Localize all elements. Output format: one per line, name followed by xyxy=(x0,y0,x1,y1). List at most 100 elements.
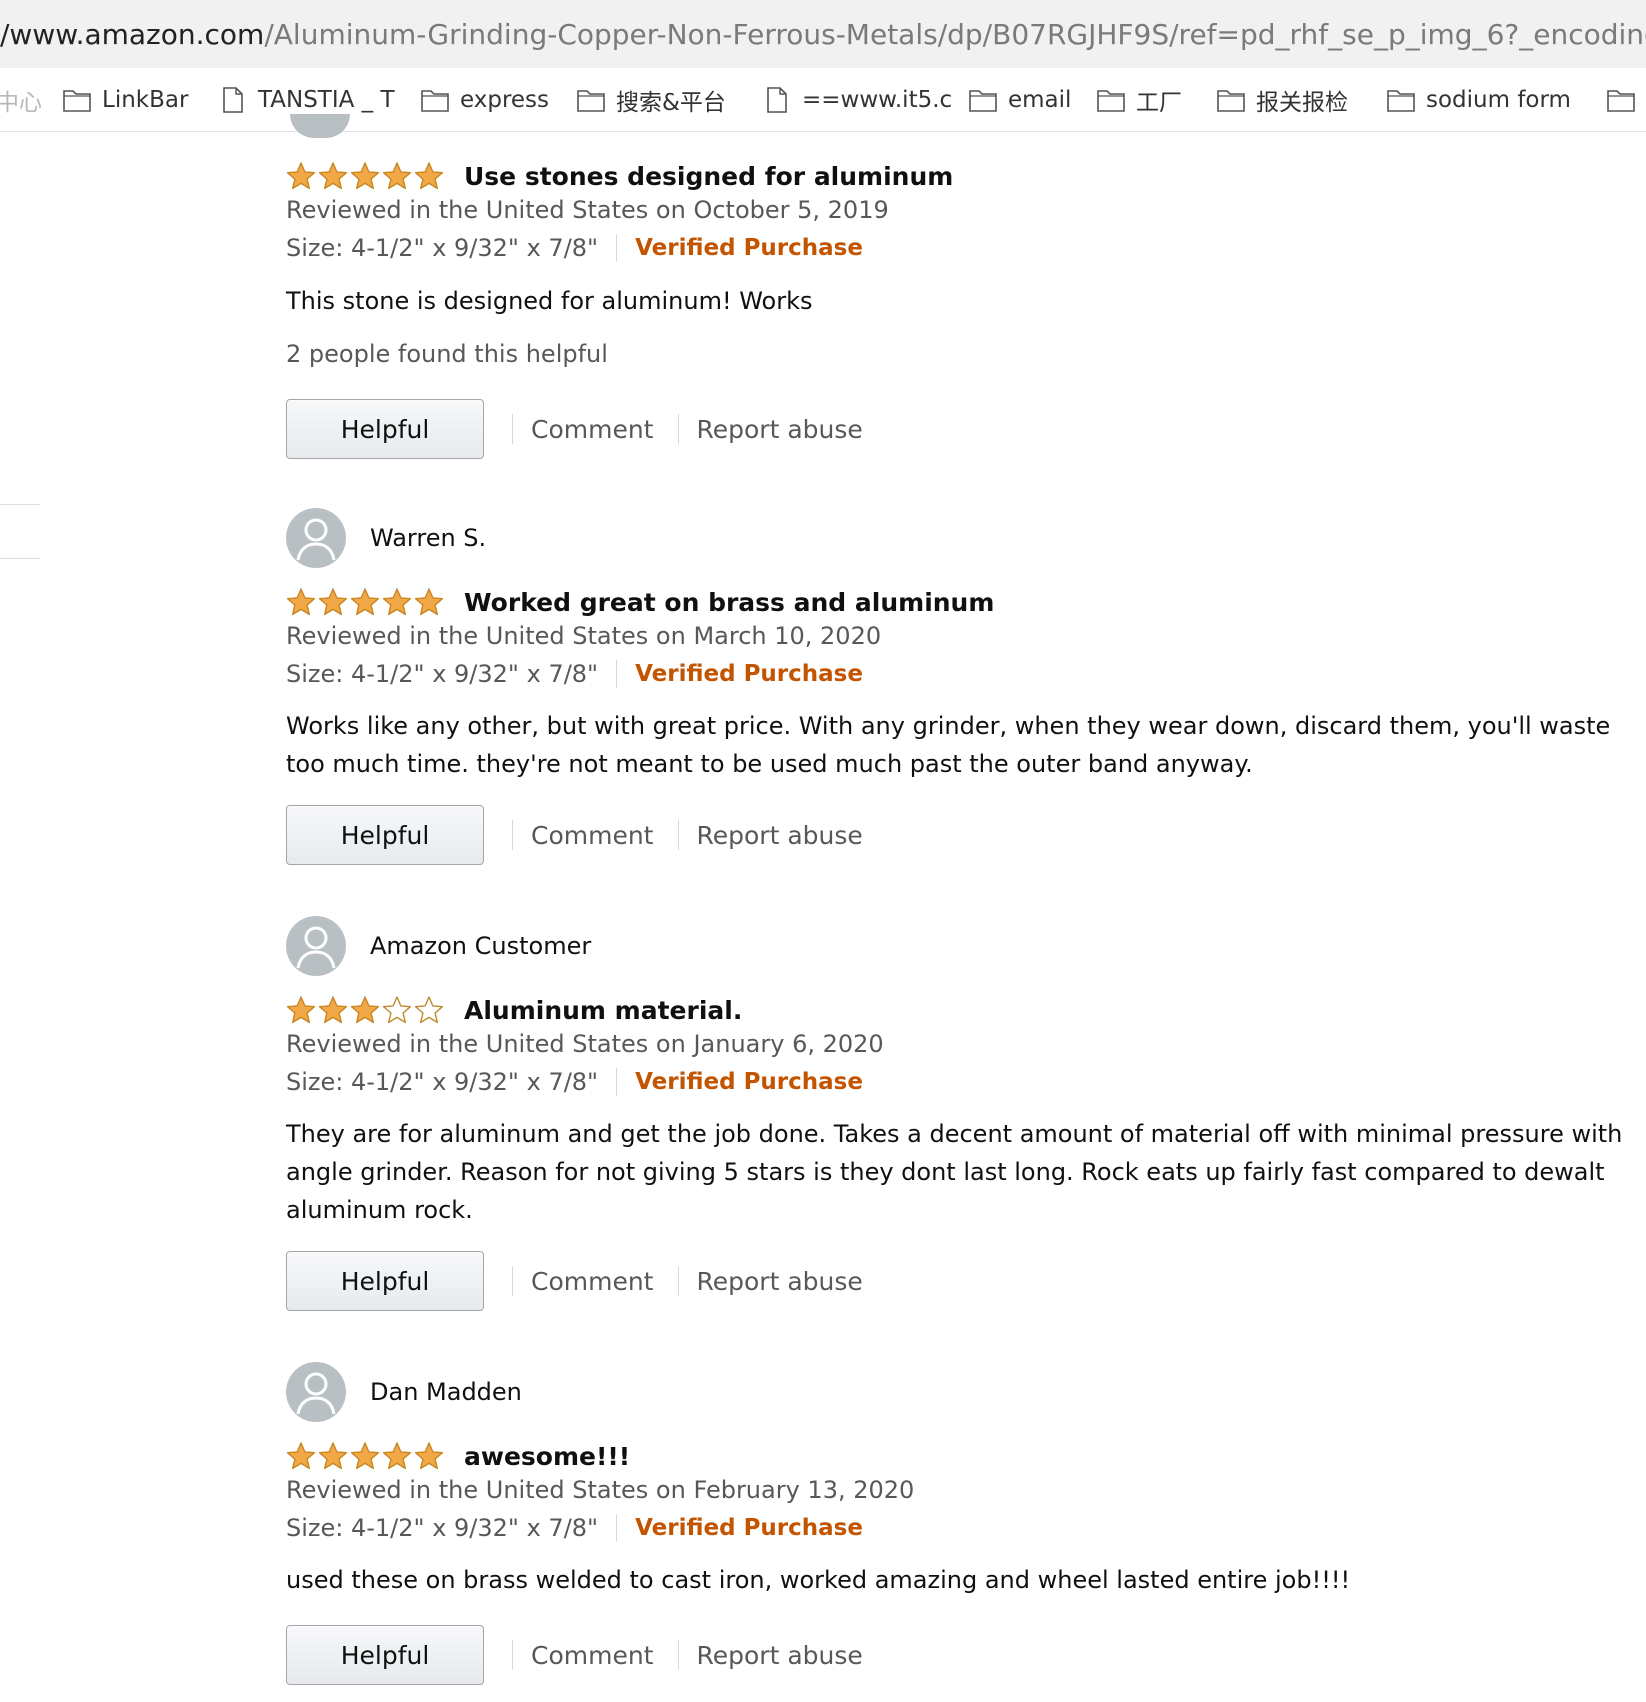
review-body: Works like any other, but with great pri… xyxy=(286,712,1611,778)
comment-link[interactable]: Comment xyxy=(531,415,654,444)
star-filled-icon xyxy=(286,162,316,190)
star-filled-icon xyxy=(286,588,316,616)
review-actions: Helpful Comment Report abuse xyxy=(286,1624,863,1686)
bookmark-label: LinkBar xyxy=(102,87,189,113)
user-icon xyxy=(296,926,336,969)
review-format-row: Size: 4-1/2" x 9/32" x 7/8" Verified Pur… xyxy=(286,1514,863,1542)
reviewer-profile[interactable]: Amazon Customer xyxy=(286,916,591,976)
user-icon xyxy=(296,518,336,561)
bookmark-7[interactable]: 工厂 xyxy=(1096,68,1182,131)
bookmark-0[interactable]: 中心 xyxy=(0,68,42,131)
divider xyxy=(512,1640,513,1670)
helpful-button[interactable]: Helpful xyxy=(286,1625,484,1685)
bookmark-1[interactable]: LinkBar xyxy=(62,68,189,131)
review-title[interactable]: Aluminum material. xyxy=(464,996,742,1025)
divider xyxy=(616,1068,618,1096)
helpful-button[interactable]: Helpful xyxy=(286,1251,484,1311)
folder-icon xyxy=(1607,90,1635,112)
folder-icon xyxy=(577,90,605,112)
avatar xyxy=(286,508,346,568)
review-format-row: Size: 4-1/2" x 9/32" x 7/8" Verified Pur… xyxy=(286,1068,863,1096)
address-bar[interactable]: /www.amazon.com/Aluminum-Grinding-Copper… xyxy=(0,0,1646,68)
divider xyxy=(616,660,618,688)
size-label[interactable]: Size: 4-1/2" x 9/32" x 7/8" xyxy=(286,1068,598,1096)
helpful-button[interactable]: Helpful xyxy=(286,805,484,865)
size-label[interactable]: Size: 4-1/2" x 9/32" x 7/8" xyxy=(286,660,598,688)
star-filled-icon xyxy=(350,588,380,616)
bookmark-10[interactable] xyxy=(1606,68,1646,131)
reviewer-name: Warren S. xyxy=(370,524,487,552)
star-filled-icon xyxy=(318,1442,348,1470)
divider xyxy=(616,1514,618,1542)
star-filled-icon xyxy=(382,1442,412,1470)
comment-link[interactable]: Comment xyxy=(531,821,654,850)
bookmark-label: express xyxy=(460,87,550,113)
review-date: Reviewed in the United States on March 1… xyxy=(286,622,882,650)
avatar xyxy=(290,114,350,138)
bookmark-3[interactable]: express xyxy=(420,68,550,131)
report-abuse-link[interactable]: Report abuse xyxy=(697,1641,863,1670)
folder-icon xyxy=(1387,90,1415,112)
folder-icon xyxy=(63,90,91,112)
divider xyxy=(677,1266,679,1296)
reviewer-profile[interactable]: Dan Madden xyxy=(286,1362,522,1422)
star-filled-icon xyxy=(414,1442,444,1470)
avatar xyxy=(286,916,346,976)
comment-link[interactable]: Comment xyxy=(531,1641,654,1670)
bookmark-4[interactable]: 搜索&平台 xyxy=(576,68,726,131)
review-body: used these on brass welded to cast iron,… xyxy=(286,1566,1351,1594)
avatar xyxy=(286,1362,346,1422)
bookmark-label: ==www.it5.c xyxy=(802,87,953,113)
bookmark-label: 报关报检 xyxy=(1256,90,1348,116)
review-actions: Helpful Comment Report abuse xyxy=(286,1250,863,1312)
review-title[interactable]: awesome!!! xyxy=(464,1442,630,1471)
page-icon xyxy=(223,87,243,113)
divider xyxy=(677,1640,679,1670)
size-label[interactable]: Size: 4-1/2" x 9/32" x 7/8" xyxy=(286,234,598,262)
divider xyxy=(512,414,513,444)
sidebar-divider xyxy=(0,558,40,559)
bookmark-label: 工厂 xyxy=(1136,90,1182,116)
review-title[interactable]: Worked great on brass and aluminum xyxy=(464,588,994,617)
star-filled-icon xyxy=(318,996,348,1024)
folder-icon xyxy=(1097,90,1125,112)
review-title-row: Worked great on brass and aluminum xyxy=(286,584,994,620)
bookmark-8[interactable]: 报关报检 xyxy=(1216,68,1348,131)
bookmark-6[interactable]: email xyxy=(968,68,1071,131)
comment-link[interactable]: Comment xyxy=(531,1267,654,1296)
verified-badge: Verified Purchase xyxy=(635,235,863,261)
divider xyxy=(677,820,679,850)
bookmarks-bar: 中心 LinkBar TANSTIA _ T express 搜索&平台 ==w… xyxy=(0,68,1646,132)
review-title-row: Aluminum material. xyxy=(286,992,742,1028)
star-empty-icon xyxy=(382,996,412,1024)
reviewer-name: Dan Madden xyxy=(370,1378,522,1406)
review-format-row: Size: 4-1/2" x 9/32" x 7/8" Verified Pur… xyxy=(286,660,863,688)
verified-badge: Verified Purchase xyxy=(635,661,863,687)
page-icon xyxy=(767,87,787,113)
star-filled-icon xyxy=(318,588,348,616)
helpful-count: 2 people found this helpful xyxy=(286,340,608,368)
reviewer-name: Amazon Customer xyxy=(370,932,592,960)
star-filled-icon xyxy=(350,1442,380,1470)
bookmark-9[interactable]: sodium form xyxy=(1386,68,1571,131)
report-abuse-link[interactable]: Report abuse xyxy=(697,821,863,850)
review-title[interactable]: Use stones designed for aluminum xyxy=(464,162,953,191)
helpful-button[interactable]: Helpful xyxy=(286,399,484,459)
review-body: They are for aluminum and get the job do… xyxy=(286,1120,1623,1224)
size-label[interactable]: Size: 4-1/2" x 9/32" x 7/8" xyxy=(286,1514,598,1542)
reviewer-profile[interactable]: Warren S. xyxy=(286,508,486,568)
verified-badge: Verified Purchase xyxy=(635,1069,863,1095)
star-empty-icon xyxy=(414,996,444,1024)
bookmark-5[interactable]: ==www.it5.c xyxy=(762,68,953,131)
verified-badge: Verified Purchase xyxy=(635,1515,863,1541)
review-date: Reviewed in the United States on January… xyxy=(286,1030,884,1058)
review-body: This stone is designed for aluminum! Wor… xyxy=(286,287,813,315)
star-filled-icon xyxy=(318,162,348,190)
review-format-row: Size: 4-1/2" x 9/32" x 7/8" Verified Pur… xyxy=(286,234,863,262)
report-abuse-link[interactable]: Report abuse xyxy=(697,415,863,444)
folder-icon xyxy=(1217,90,1245,112)
star-filled-icon xyxy=(286,1442,316,1470)
report-abuse-link[interactable]: Report abuse xyxy=(697,1267,863,1296)
star-rating xyxy=(286,161,446,191)
star-filled-icon xyxy=(350,162,380,190)
